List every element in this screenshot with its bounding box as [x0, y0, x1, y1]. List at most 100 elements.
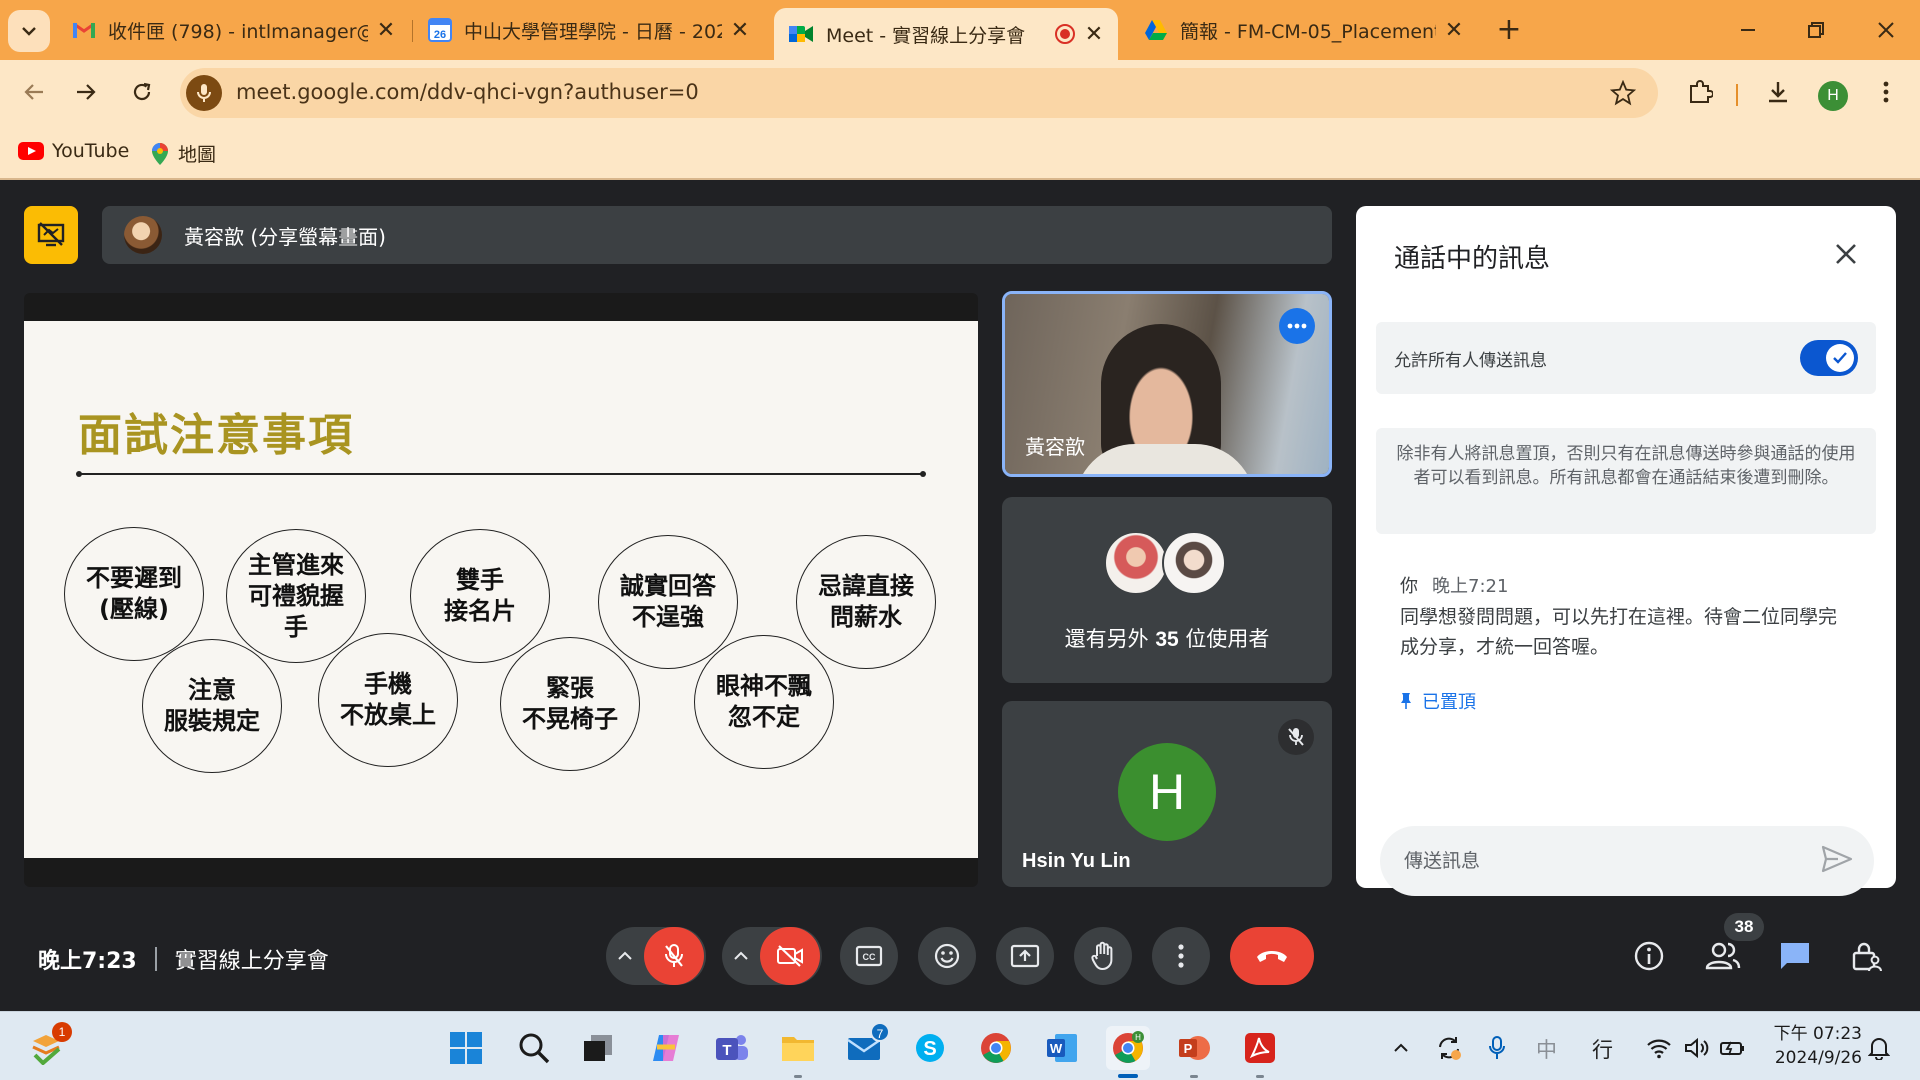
downloads-button[interactable] — [1758, 72, 1798, 112]
tab-calendar[interactable]: 26 中山大學管理學院 - 日曆 - 2024 ✕ — [414, 8, 764, 52]
meeting-details-button[interactable] — [1626, 933, 1672, 979]
ime-indicator[interactable]: 中 — [1536, 1034, 1557, 1064]
chevron-down-icon — [22, 27, 36, 36]
file-explorer-button[interactable] — [776, 1026, 820, 1078]
svg-text:CC: CC — [863, 952, 876, 962]
close-icon[interactable]: ✕ — [730, 18, 750, 43]
host-controls-button[interactable] — [1844, 933, 1890, 979]
close-icon[interactable]: ✕ — [376, 18, 396, 43]
present-to-all-icon — [1010, 944, 1040, 968]
extensions-button[interactable] — [1680, 72, 1720, 112]
acrobat-button[interactable] — [1238, 1026, 1282, 1078]
chrome-button[interactable] — [974, 1026, 1018, 1070]
volume-tray-icon[interactable] — [1680, 1026, 1714, 1070]
captions-button[interactable]: CC — [840, 927, 898, 985]
close-icon — [1878, 22, 1894, 38]
powerpoint-button[interactable]: P — [1172, 1026, 1216, 1078]
video-settings-button[interactable] — [722, 951, 760, 961]
leave-call-button[interactable] — [1230, 927, 1314, 985]
start-button[interactable] — [444, 1026, 488, 1070]
participant-tile-self[interactable]: 黃容歆 — [1002, 291, 1332, 477]
arrow-left-icon — [24, 84, 43, 100]
reactions-button[interactable] — [918, 927, 976, 985]
minimize-button[interactable] — [1728, 12, 1768, 48]
forward-button[interactable] — [66, 72, 106, 112]
videocam-off-icon — [777, 945, 803, 967]
address-bar[interactable]: meet.google.com/ddv-qhci-vgn?authuser=0 — [180, 68, 1658, 118]
clock-date: 2024/9/26 — [1774, 1048, 1862, 1068]
calendar-icon: 26 — [428, 18, 452, 42]
present-now-button[interactable] — [996, 927, 1054, 985]
unmute-microphone-button[interactable] — [644, 927, 704, 985]
microphone-in-use-indicator[interactable] — [186, 75, 222, 111]
allow-messages-toggle[interactable] — [1800, 340, 1858, 376]
bookmark-star-button[interactable] — [1610, 80, 1636, 106]
turn-on-camera-button[interactable] — [760, 927, 820, 985]
chat-button[interactable] — [1772, 933, 1818, 979]
audio-settings-button[interactable] — [606, 951, 644, 961]
people-button[interactable] — [1700, 933, 1746, 979]
close-icon[interactable]: ✕ — [1444, 18, 1464, 43]
tile-options-button[interactable] — [1279, 308, 1315, 344]
ime-mode-indicator[interactable]: 行 — [1592, 1034, 1613, 1064]
slide-divider — [76, 471, 926, 477]
tab-separator — [412, 20, 413, 42]
slide-bubble: 眼神不飄 忽不定 — [694, 635, 834, 769]
raise-hand-button[interactable] — [1074, 927, 1132, 985]
show-hidden-icons-button[interactable] — [1384, 1026, 1418, 1070]
back-button[interactable] — [14, 72, 54, 112]
participant-tile-others[interactable]: 還有另外 35 位使用者 — [1002, 497, 1332, 683]
others-avatars — [1104, 531, 1234, 595]
tab-meet[interactable]: Meet - 實習線上分享會 ✕ — [774, 8, 1118, 60]
taskbar-clock[interactable]: 下午 07:23 2024/9/26 — [1770, 1022, 1862, 1070]
widgets-button[interactable]: 1 — [24, 1022, 72, 1070]
search-button[interactable] — [512, 1026, 556, 1070]
participant-tile-hsin[interactable]: H Hsin Yu Lin — [1002, 701, 1332, 887]
battery-tray-icon[interactable] — [1716, 1026, 1750, 1070]
browser-menu-button[interactable] — [1866, 72, 1906, 112]
presentation-slide: 面試注意事項 不要遲到 (壓線) 主管進來 可禮貌握 手 雙手 接名片 誠實回答… — [24, 321, 978, 858]
url-text[interactable]: meet.google.com/ddv-qhci-vgn?authuser=0 — [236, 80, 699, 104]
word-button[interactable]: W — [1040, 1026, 1084, 1070]
task-view-button[interactable] — [576, 1026, 620, 1070]
close-icon[interactable]: ✕ — [1084, 22, 1104, 47]
bookmark-maps[interactable]: 地圖 — [150, 140, 216, 167]
microphone-tray-icon[interactable] — [1480, 1026, 1514, 1070]
meet-stage: 黃容歆 (分享螢幕畫面) 面試注意事項 不要遲到 (壓線) 主管進來 可禮貌握 … — [0, 181, 1920, 1011]
star-icon — [1610, 80, 1636, 106]
tab-slides[interactable]: 簡報 - FM-CM-05_Placement ✕ — [1130, 8, 1478, 52]
more-options-button[interactable] — [1152, 927, 1210, 985]
emoji-icon — [934, 943, 960, 969]
chrome-profile-button[interactable]: H — [1106, 1026, 1150, 1078]
participant-muted-indicator — [1278, 719, 1314, 755]
skype-button[interactable]: S — [908, 1026, 952, 1070]
call-end-icon — [1257, 951, 1287, 962]
stop-presenting-button[interactable] — [24, 206, 78, 264]
task-view-icon — [584, 1035, 612, 1061]
tab-gmail[interactable]: 收件匣 (798) - intlmanager@c ✕ — [58, 8, 410, 52]
message-time: 晚上7:21 — [1432, 576, 1509, 597]
new-tab-button[interactable]: + — [1492, 14, 1526, 48]
mail-button[interactable]: 7 — [842, 1022, 890, 1070]
recording-icon — [1055, 24, 1075, 44]
reload-button[interactable] — [122, 72, 162, 112]
wifi-tray-icon[interactable] — [1642, 1026, 1676, 1070]
toolbar-divider — [1736, 84, 1738, 106]
more-vert-icon — [1178, 944, 1184, 968]
send-message-button[interactable] — [1820, 844, 1856, 878]
message-text: 同學想發問問題，可以先打在這裡。待會二位同學完成分享，才統一回答喔。 — [1400, 606, 1838, 658]
close-window-button[interactable] — [1866, 12, 1906, 48]
restore-button[interactable] — [1796, 12, 1836, 48]
teams-button[interactable]: T — [710, 1026, 754, 1070]
bookmark-youtube[interactable]: YouTube — [18, 140, 129, 162]
sync-tray-icon[interactable] — [1432, 1026, 1466, 1070]
notifications-button[interactable] — [1862, 1026, 1896, 1070]
close-chat-button[interactable] — [1830, 238, 1862, 270]
message-meta: 你晚上7:21 — [1400, 572, 1508, 598]
tab-search-button[interactable] — [8, 10, 50, 52]
arrow-right-icon — [77, 84, 96, 100]
pinned-indicator[interactable]: 已置頂 — [1400, 688, 1476, 714]
profile-avatar[interactable]: H — [1818, 81, 1848, 111]
chat-message-input[interactable] — [1404, 844, 1804, 878]
copilot-button[interactable] — [644, 1026, 688, 1070]
